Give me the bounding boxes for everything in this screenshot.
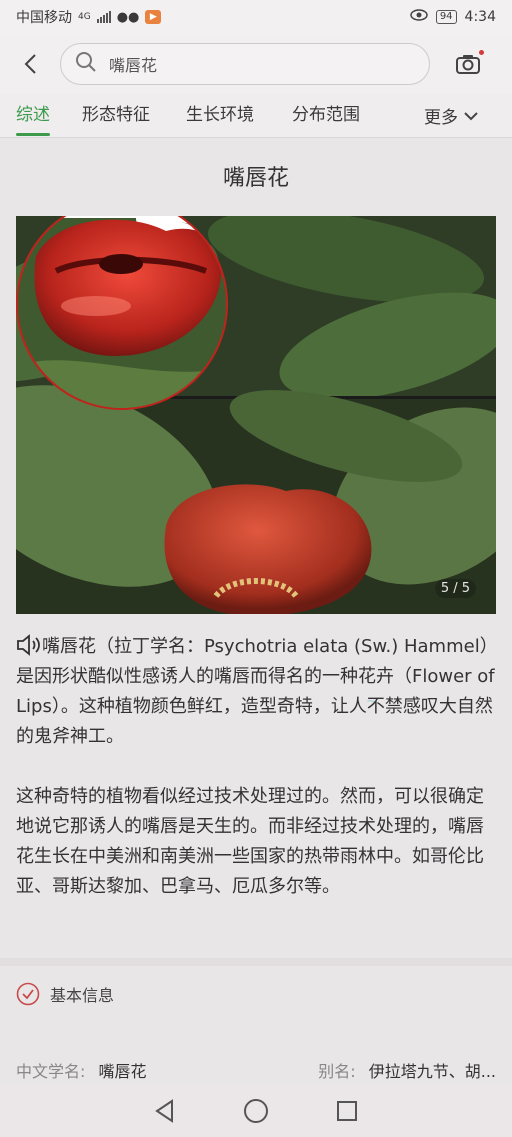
chevron-left-icon[interactable]	[10, 44, 50, 84]
battery-icon: 94	[435, 10, 457, 24]
chevron-down-icon	[464, 111, 478, 120]
search-input[interactable]: 嘴唇花	[60, 43, 430, 85]
triangle-back-icon	[155, 1098, 174, 1123]
tab-distribution[interactable]: 分布范围	[292, 94, 360, 138]
tab-more-label: 更多	[424, 108, 458, 128]
status-bar: 中国移动 4G ●● ▶ 94 4:34	[0, 0, 512, 34]
chinese-name-label: 中文学名:	[16, 1062, 86, 1081]
eye-icon	[410, 9, 428, 25]
paragraph-1-text: 嘴唇花（拉丁学名：Psychotria elata (Sw.) Hammel）是…	[16, 636, 495, 747]
check-circle-icon	[16, 982, 40, 1006]
camera-icon	[456, 55, 480, 74]
basic-info-facts: 中文学名: 嘴唇花 别名: 伊拉塔九节、胡...	[16, 1058, 496, 1082]
app-notification-icon: ▶	[145, 10, 162, 24]
description-paragraph-2: 这种奇特的植物看似经过技术处理过的。然而，可以很确定地说它那诱人的嘴唇是天生的。…	[16, 786, 484, 897]
speaker-icon[interactable]	[16, 633, 42, 657]
alias-value: 伊拉塔九节、胡...	[368, 1062, 496, 1081]
tab-morphology[interactable]: 形态特征	[82, 94, 150, 138]
section-divider	[0, 958, 512, 966]
square-recents-icon	[336, 1100, 357, 1121]
tab-bar: 综述 形态特征 生长环境 分布范围 更多	[0, 94, 512, 138]
search-icon	[75, 51, 97, 77]
fact-chinese-name: 中文学名: 嘴唇花	[16, 1058, 147, 1082]
search-query: 嘴唇花	[109, 56, 158, 75]
network-label: 4G	[78, 12, 91, 22]
system-nav-bar	[0, 1084, 512, 1137]
wechat-icon: ●●	[116, 9, 140, 25]
nav-back-button[interactable]	[151, 1097, 179, 1125]
description-paragraph-1: 嘴唇花（拉丁学名：Psychotria elata (Sw.) Hammel）是…	[16, 632, 496, 752]
image-counter: 5 / 5	[434, 579, 476, 598]
nav-recents-button[interactable]	[333, 1097, 361, 1125]
camera-button[interactable]	[452, 48, 484, 80]
notification-dot	[479, 50, 484, 55]
circle-home-icon	[243, 1098, 268, 1123]
chinese-name-value: 嘴唇花	[98, 1062, 147, 1081]
watermark: ~	[366, 694, 377, 709]
tab-overview[interactable]: 综述	[16, 94, 50, 138]
signal-icon	[96, 11, 111, 23]
search-header: 嘴唇花	[0, 34, 512, 94]
carrier-label: 中国移动	[16, 10, 72, 26]
alias-label: 别名:	[318, 1062, 356, 1081]
fact-alias: 别名: 伊拉塔九节、胡...	[318, 1058, 496, 1082]
page-title: 嘴唇花	[222, 166, 289, 191]
basic-info-heading: 基本信息	[50, 986, 115, 1005]
flower-image[interactable]: 5 / 5	[16, 216, 496, 614]
nav-home-button[interactable]	[242, 1097, 270, 1125]
clock: 4:34	[464, 9, 496, 25]
tab-more[interactable]: 更多	[424, 103, 478, 128]
tab-habitat[interactable]: 生长环境	[186, 94, 254, 138]
basic-info-header[interactable]: 基本信息	[16, 982, 114, 1006]
